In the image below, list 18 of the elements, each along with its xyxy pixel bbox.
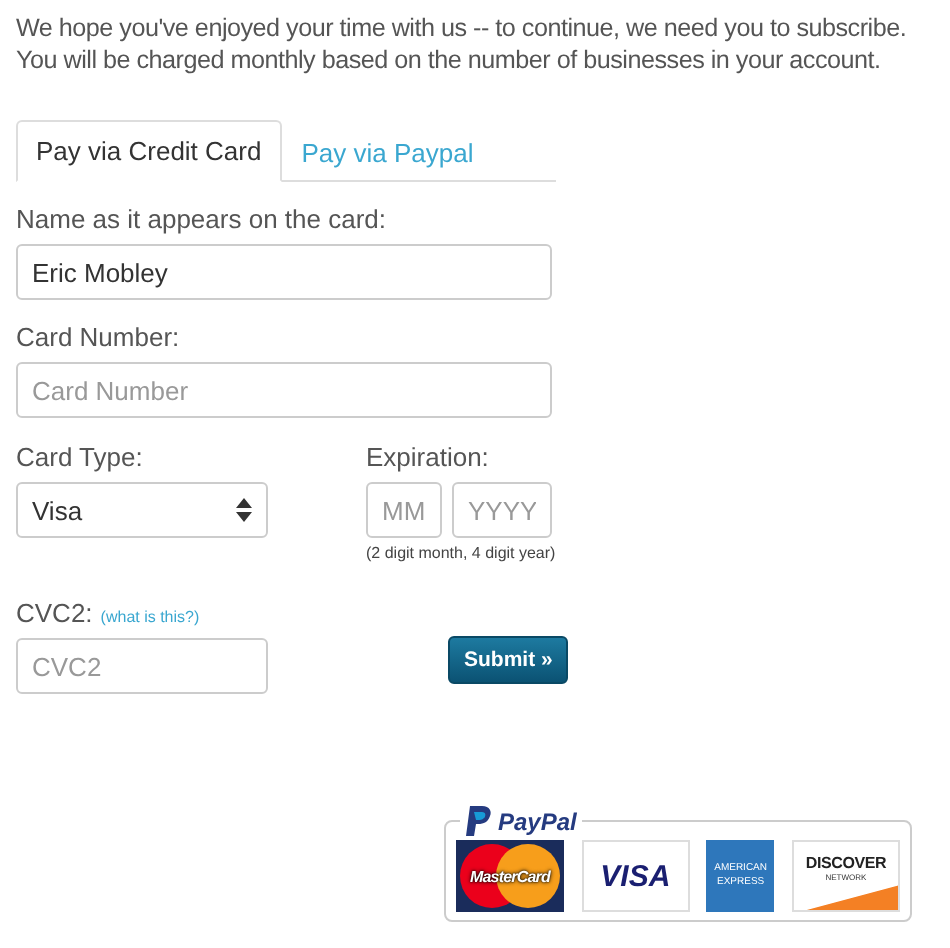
field-label: Name as it appears on the card:: [16, 204, 388, 234]
field-label: Expiration:: [366, 442, 491, 472]
field-label: CVC2:: [16, 598, 93, 628]
intro-text: We hope you've enjoyed your time with us -- to continue, we need you to subscribe. You will be charged monthly based on the number of businesses in your account.: [16, 12, 909, 76]
paypal-logo: PayPal: [498, 807, 577, 835]
name-field[interactable]: Eric Mobley: [16, 244, 552, 300]
card-number-field[interactable]: Card Number: [16, 362, 552, 418]
field-label: Card Number:: [16, 322, 182, 352]
dropdown-arrows-icon: [236, 498, 252, 522]
tab[interactable]: Pay via Credit Card: [16, 120, 282, 182]
card-type-select[interactable]: Visa: [16, 482, 268, 538]
month-field[interactable]: MM: [366, 482, 442, 538]
paypal-icon: [466, 806, 492, 836]
submit-button[interactable]: Submit »: [448, 636, 569, 684]
visa-logo: VISA: [581, 840, 690, 912]
hint-text: (2 digit month, 4 digit year): [366, 544, 556, 562]
field-label: Card Type:: [16, 442, 145, 472]
cvc-field[interactable]: CVC2: [16, 638, 268, 694]
